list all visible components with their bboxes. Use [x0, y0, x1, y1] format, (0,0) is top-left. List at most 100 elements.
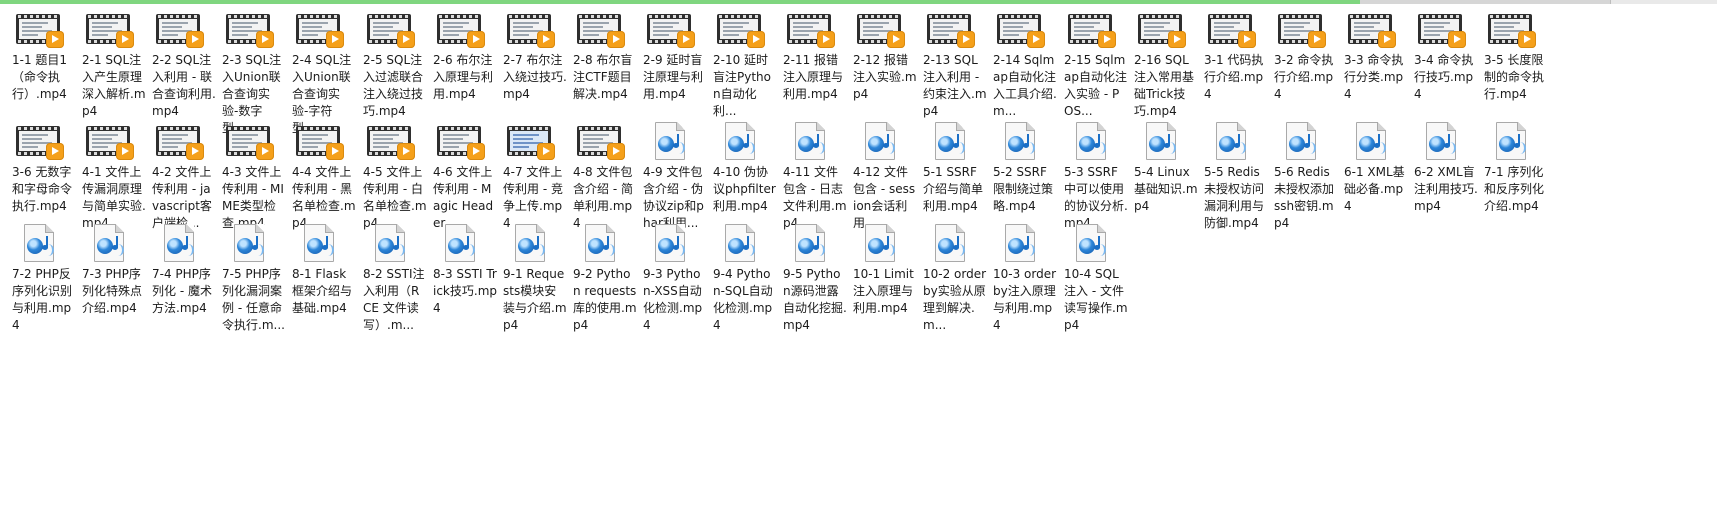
file-name: 9-2 Python requests库的使用.mp4: [573, 267, 637, 332]
video-thumbnail-icon: [156, 14, 204, 48]
file-item[interactable]: 4-2 文件上传利用 - javascript客户端检...: [140, 112, 217, 230]
file-name: 8-1 Flask框架介绍与基础.mp4: [292, 267, 353, 315]
file-item[interactable]: 6-2 XML盲注利用技巧.mp4: [1402, 112, 1479, 224]
file-name: 2-13 SQL注入利用 - 约束注入.mp4: [923, 53, 987, 118]
file-item[interactable]: 3-6 无数字和字母命令执行.mp4: [0, 112, 77, 224]
file-item[interactable]: 1-1 题目1（命令执行）.mp4: [0, 0, 77, 112]
file-item[interactable]: 7-2 PHP反序列化识别与利用.mp4: [0, 214, 77, 332]
file-item[interactable]: 5-5 Redis未授权访问漏洞利用与防御.mp4: [1192, 112, 1269, 230]
file-item[interactable]: 8-1 Flask框架介绍与基础.mp4: [280, 214, 357, 326]
file-item[interactable]: 2-8 布尔盲注CTF题目解决.mp4: [561, 0, 638, 112]
file-name: 2-9 延时盲注原理与利用.mp4: [643, 53, 704, 101]
video-thumbnail-icon: [1138, 14, 1186, 48]
file-item[interactable]: 10-1 Limit注入原理与利用.mp4: [841, 214, 918, 326]
file-item[interactable]: 4-1 文件上传漏洞原理与简单实验.mp4: [70, 112, 147, 230]
file-item[interactable]: 3-4 命令执行技巧.mp4: [1402, 0, 1479, 112]
file-item[interactable]: 2-14 Sqlmap自动化注入工具介绍.m...: [981, 0, 1058, 118]
file-item[interactable]: 4-9 文件包含介绍 - 伪协议zip和phar利用...: [631, 112, 708, 230]
file-name: 9-1 Requests模块安装与介绍.mp4: [503, 267, 567, 332]
media-file-icon: [1138, 122, 1186, 160]
video-thumbnail-icon: [927, 14, 975, 48]
file-item[interactable]: 9-4 Python-SQL自动化检测.mp4: [701, 214, 778, 332]
file-item[interactable]: 2-1 SQL注入产生原理深入解析.mp4: [70, 0, 147, 118]
file-name: 10-1 Limit注入原理与利用.mp4: [853, 267, 914, 315]
media-file-icon: [507, 224, 555, 262]
file-item[interactable]: 2-7 布尔注入绕过技巧.mp4: [491, 0, 568, 112]
media-file-icon: [156, 224, 204, 262]
file-item[interactable]: 4-5 文件上传利用 - 白名单检查.mp4: [351, 112, 428, 230]
file-item[interactable]: 5-1 SSRF介绍与简单利用.mp4: [911, 112, 988, 224]
file-item[interactable]: 2-10 延时盲注Python自动化利...: [701, 0, 778, 118]
video-thumbnail-icon: [156, 126, 204, 160]
file-name: 2-15 Sqlmap自动化注入实验 - POS...: [1064, 53, 1127, 118]
file-item[interactable]: 4-10 伪协议phpfilter利用.mp4: [701, 112, 778, 224]
file-name: 5-1 SSRF介绍与简单利用.mp4: [923, 165, 984, 213]
file-item[interactable]: 6-1 XML基础必备.mp4: [1332, 112, 1409, 224]
media-file-icon: [1068, 224, 1116, 262]
file-item[interactable]: 4-6 文件上传利用 - Magic Header...: [421, 112, 498, 230]
file-item[interactable]: 3-5 长度限制的命令执行.mp4: [1472, 0, 1549, 112]
file-name: 7-5 PHP序列化漏洞案例 - 任意命令执行.m...: [222, 267, 285, 332]
file-item[interactable]: 7-4 PHP序列化 - 魔术方法.mp4: [140, 214, 217, 326]
file-item[interactable]: 10-4 SQL注入 - 文件读写操作.mp4: [1052, 214, 1129, 332]
file-item[interactable]: 9-5 Python源码泄露自动化挖掘.mp4: [771, 214, 848, 332]
video-thumbnail-icon: [717, 14, 765, 48]
file-item[interactable]: 2-16 SQL注入常用基础Trick技巧.mp4: [1122, 0, 1199, 118]
file-item[interactable]: 7-1 序列化和反序列化介绍.mp4: [1472, 112, 1549, 224]
file-item[interactable]: 9-2 Python requests库的使用.mp4: [561, 214, 638, 332]
file-item[interactable]: 5-4 Linux基础知识.mp4: [1122, 112, 1199, 224]
file-item[interactable]: 5-3 SSRF中可以使用的协议分析.mp4: [1052, 112, 1129, 230]
file-item[interactable]: 2-11 报错注入原理与利用.mp4: [771, 0, 848, 112]
file-item[interactable]: 9-3 Python-XSS自动化检测.mp4: [631, 214, 708, 332]
file-item[interactable]: 5-6 Redis未授权添加ssh密钥.mp4: [1262, 112, 1339, 230]
file-item[interactable]: 2-2 SQL注入利用 - 联合查询利用.mp4: [140, 0, 217, 118]
file-item[interactable]: 2-15 Sqlmap自动化注入实验 - POS...: [1052, 0, 1129, 118]
media-file-icon: [787, 122, 835, 160]
file-name: 3-4 命令执行技巧.mp4: [1414, 53, 1474, 101]
file-item[interactable]: 2-3 SQL注入Union联合查询实验-数字型....: [210, 0, 287, 135]
file-item[interactable]: 3-1 代码执行介绍.mp4: [1192, 0, 1269, 112]
file-item[interactable]: 2-9 延时盲注原理与利用.mp4: [631, 0, 708, 112]
file-item[interactable]: 3-2 命令执行介绍.mp4: [1262, 0, 1339, 112]
file-item[interactable]: 4-7 文件上传利用 - 竞争上传.mp4: [491, 112, 568, 230]
video-thumbnail-icon: [296, 126, 344, 160]
media-file-icon: [927, 224, 975, 262]
media-file-icon: [1278, 122, 1326, 160]
file-name: 2-2 SQL注入利用 - 联合查询利用.mp4: [152, 53, 216, 118]
video-thumbnail-icon: [86, 14, 134, 48]
file-item[interactable]: 8-3 SSTI Trick技巧.mp4: [421, 214, 498, 326]
file-item[interactable]: 9-1 Requests模块安装与介绍.mp4: [491, 214, 568, 332]
file-item[interactable]: 2-4 SQL注入Union联合查询实验-字符型....: [280, 0, 357, 135]
video-thumbnail-icon: [367, 126, 415, 160]
file-name: 2-14 Sqlmap自动化注入工具介绍.m...: [993, 53, 1057, 118]
file-item[interactable]: 2-6 布尔注入原理与利用.mp4: [421, 0, 498, 112]
video-thumbnail-icon: [16, 126, 64, 160]
file-name: 5-4 Linux基础知识.mp4: [1134, 165, 1198, 213]
media-file-icon: [1488, 122, 1536, 160]
media-file-icon: [997, 224, 1045, 262]
media-file-icon: [226, 224, 274, 262]
file-item[interactable]: 2-13 SQL注入利用 - 约束注入.mp4: [911, 0, 988, 118]
file-item[interactable]: 5-2 SSRF限制绕过策略.mp4: [981, 112, 1058, 224]
file-item[interactable]: 4-4 文件上传利用 - 黑名单检查.mp4: [280, 112, 357, 230]
file-item[interactable]: 4-12 文件包含 - session会话利用....: [841, 112, 918, 230]
file-item[interactable]: 4-3 文件上传利用 - MIME类型检查.mp4: [210, 112, 287, 230]
media-file-icon: [16, 224, 64, 262]
file-item[interactable]: 3-3 命令执行分类.mp4: [1332, 0, 1409, 112]
file-item[interactable]: 2-12 报错注入实验.mp4: [841, 0, 918, 112]
file-item[interactable]: 2-5 SQL注入过滤联合注入绕过技巧.mp4: [351, 0, 428, 118]
file-name: 2-11 报错注入原理与利用.mp4: [783, 53, 844, 101]
media-file-icon: [1068, 122, 1116, 160]
file-item[interactable]: 8-2 SSTI注入利用（RCE 文件读写）.m...: [351, 214, 428, 332]
media-file-icon: [787, 224, 835, 262]
file-name: 5-6 Redis未授权添加ssh密钥.mp4: [1274, 165, 1335, 230]
file-item[interactable]: 4-11 文件包含 - 日志文件利用.mp4: [771, 112, 848, 230]
media-file-icon: [367, 224, 415, 262]
file-name: 2-7 布尔注入绕过技巧.mp4: [503, 53, 567, 101]
file-item[interactable]: 7-5 PHP序列化漏洞案例 - 任意命令执行.m...: [210, 214, 287, 332]
file-name: 9-5 Python源码泄露自动化挖掘.mp4: [783, 267, 847, 332]
file-item[interactable]: 10-2 order by实验从原理到解决.m...: [911, 214, 988, 332]
file-item[interactable]: 10-3 order by注入原理与利用.mp4: [981, 214, 1058, 332]
file-item[interactable]: 4-8 文件包含介绍 - 简单利用.mp4: [561, 112, 638, 230]
file-item[interactable]: 7-3 PHP序列化特殊点介绍.mp4: [70, 214, 147, 326]
